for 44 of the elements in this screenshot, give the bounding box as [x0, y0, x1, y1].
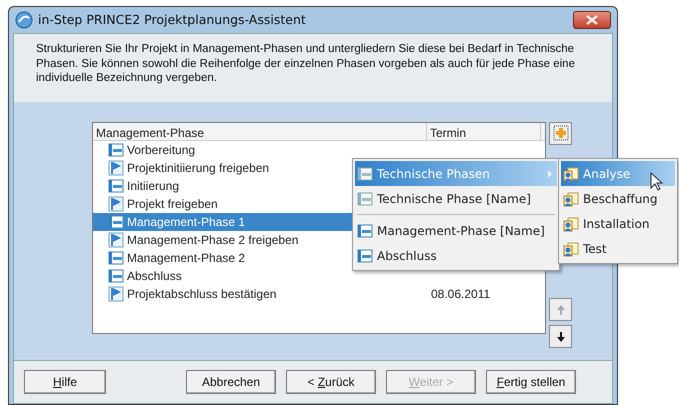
description-text: Strukturieren Sie Ihr Projekt in Management-Phasen und untergliedern Sie diese bei Bedarf in Technische Phasen. Sie können sowohl die Reihenfolge der einzelnen Phasen vorgeben als auch für jede Phase eine individuelle Bezeichnung vergeben. [13, 33, 613, 102]
up-arrow-icon [556, 304, 566, 316]
list-row[interactable]: Vorbereitung [93, 140, 545, 158]
dialog-button[interactable]: < Zurück [286, 370, 376, 394]
phase-icon [357, 166, 373, 182]
phase-icon [108, 142, 124, 158]
column-header[interactable]: Management-Phase [93, 122, 427, 140]
close-button[interactable] [573, 11, 611, 29]
menu-item[interactable]: Test [561, 236, 675, 261]
plus-icon [552, 125, 568, 141]
column-header[interactable]: Termin [427, 122, 541, 140]
submenu-arrow-icon [547, 170, 553, 178]
add-button[interactable] [549, 122, 572, 144]
menu-item[interactable]: Abschluss [355, 243, 557, 268]
dialog-button[interactable]: Fertig stellen [486, 370, 576, 394]
app-icon [15, 11, 33, 29]
dialog-button[interactable]: Hilfe [24, 370, 106, 394]
phase-icon [108, 268, 124, 284]
window-title: in-Step PRINCE2 Projektplanungs-Assistent [38, 10, 306, 29]
phase-icon [108, 250, 124, 266]
down-arrow-icon [556, 330, 566, 342]
close-icon [586, 15, 598, 25]
move-down-button[interactable] [549, 325, 572, 348]
menu-item[interactable]: Installation [561, 211, 675, 236]
phase-icon [357, 190, 373, 206]
menu-item[interactable]: Technische Phase [Name] [355, 186, 557, 211]
phase-icon [357, 222, 373, 238]
date-text: 08.06.2011 [430, 286, 490, 302]
flag-icon [108, 160, 124, 176]
phase-icon [108, 178, 124, 194]
mouse-cursor-icon [650, 172, 664, 192]
flag-icon [108, 286, 124, 302]
document-person-icon [563, 166, 579, 182]
flag-icon [108, 196, 124, 212]
phase-icon [357, 248, 373, 264]
list-row[interactable]: Abschluss [93, 266, 545, 284]
document-person-icon [563, 190, 579, 206]
flag-icon [108, 232, 124, 248]
document-person-icon [563, 216, 579, 232]
phase-icon [108, 214, 124, 230]
list-row[interactable]: Projektabschluss bestätigen 08.06.2011 [93, 284, 545, 302]
dialog-button[interactable]: Abbrechen [186, 370, 276, 394]
document-person-icon [563, 240, 579, 256]
menu-item[interactable]: Beschaffung [561, 186, 675, 211]
